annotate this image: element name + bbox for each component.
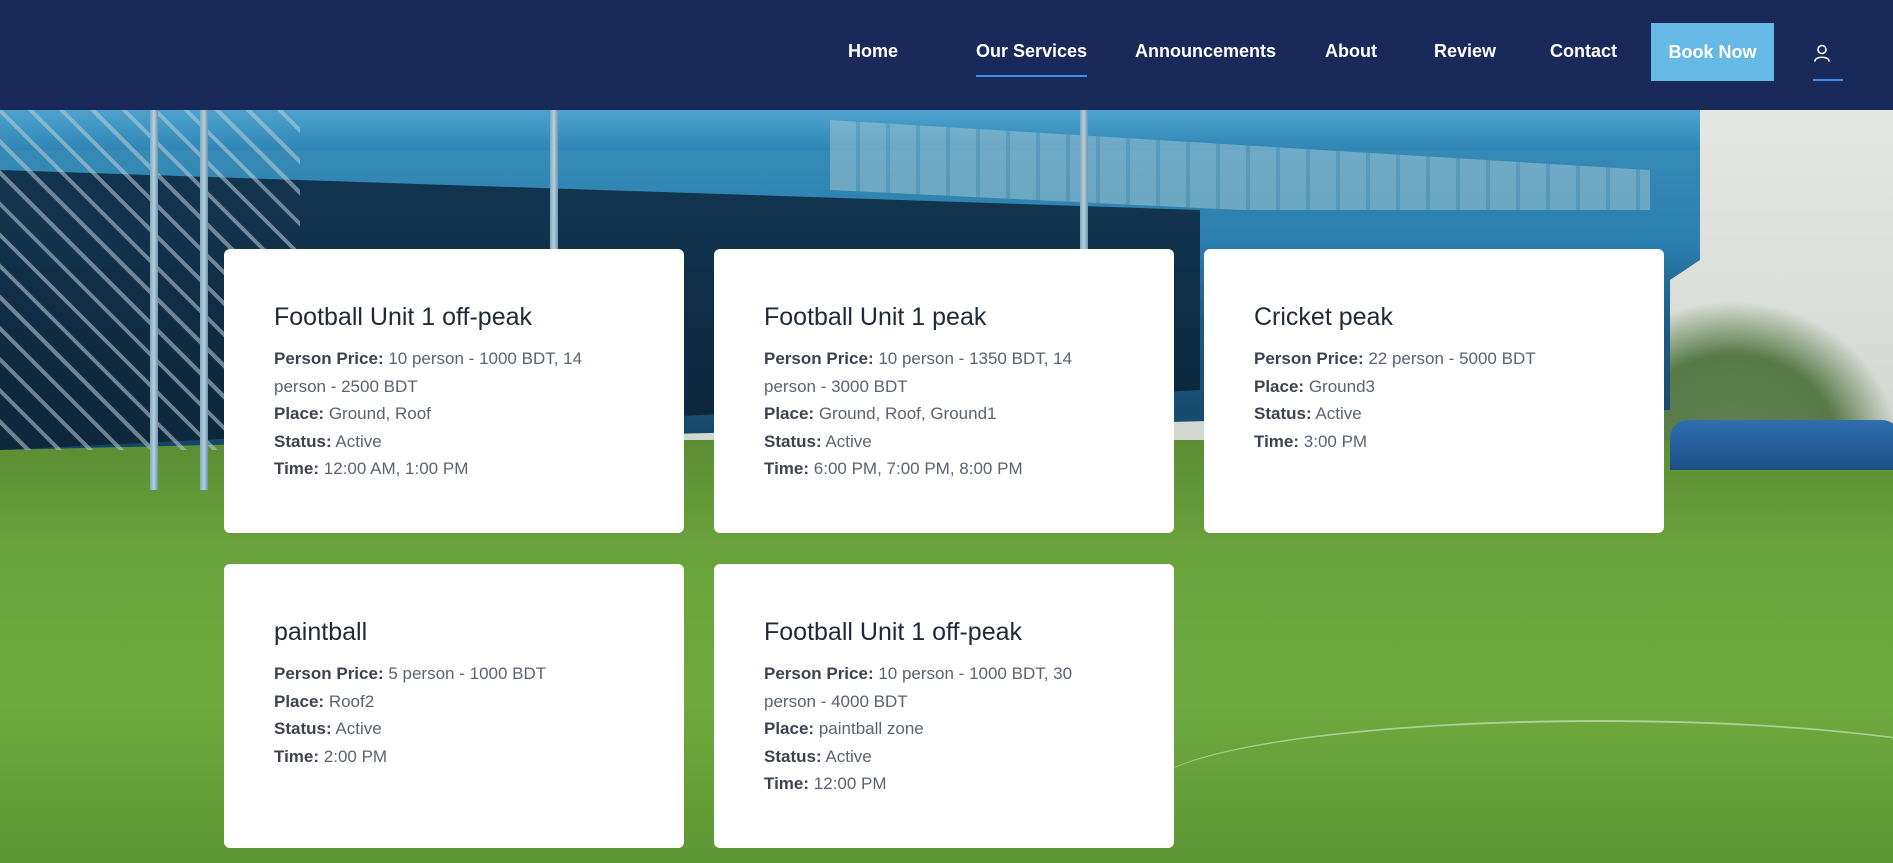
service-price: Person Price: 22 person - 5000 BDT (1254, 349, 1536, 368)
blue-tarp (1670, 420, 1893, 470)
service-title: Football Unit 1 off-peak (274, 303, 533, 331)
service-status: Status: Active (274, 431, 382, 451)
service-card[interactable]: Football Unit 1 off-peak Person Price: 1… (224, 249, 684, 533)
service-time: Time: 3:00 PM (1254, 431, 1368, 451)
service-card[interactable]: Football Unit 1 peak Person Price: 10 pe… (714, 249, 1174, 533)
service-place: Place: Roof2 (274, 691, 375, 711)
user-icon[interactable] (1812, 43, 1832, 63)
service-title: Football Unit 1 peak (764, 303, 987, 331)
nav-our-services[interactable]: Our Services (976, 41, 1088, 77)
service-time: Time: 2:00 PM (274, 746, 388, 766)
service-card[interactable]: paintball Person Price: 5 person - 1000 … (224, 564, 684, 848)
service-card[interactable]: Football Unit 1 off-peak Person Price: 1… (714, 564, 1174, 848)
service-card[interactable]: Cricket peak Person Price: 22 person - 5… (1204, 249, 1664, 533)
service-title: paintball (274, 618, 368, 646)
service-status: Status: Active (764, 431, 872, 451)
service-time: Time: 12:00 PM (764, 774, 887, 793)
support-pole (150, 110, 158, 490)
service-place: Place: Ground3 (1254, 376, 1375, 396)
service-status: Status: Active (1254, 404, 1362, 423)
service-price: Person Price: 10 person - 1350 BDT, 14 p… (764, 349, 1073, 396)
service-status: Status: Active (274, 719, 382, 738)
service-price: Person Price: 10 person - 1000 BDT, 30 p… (764, 664, 1073, 711)
top-navbar: Home Our Services Announcements About Re… (0, 0, 1893, 110)
service-title: Football Unit 1 off-peak (764, 618, 1023, 646)
service-time: Time: 6:00 PM, 7:00 PM, 8:00 PM (764, 459, 1023, 478)
service-place: Place: paintball zone (764, 719, 924, 738)
service-place: Place: Ground, Roof, Ground1 (764, 404, 997, 423)
service-time: Time: 12:00 AM, 1:00 PM (274, 459, 469, 478)
nav-about[interactable]: About (1325, 41, 1377, 62)
service-status: Status: Active (764, 746, 872, 766)
nav-contact[interactable]: Contact (1550, 41, 1617, 62)
nav-announcements[interactable]: Announcements (1135, 41, 1276, 62)
service-place: Place: Ground, Roof (274, 404, 431, 423)
support-pole (200, 110, 208, 490)
nav-home[interactable]: Home (848, 41, 898, 62)
service-price: Person Price: 10 person - 1000 BDT, 14 p… (274, 349, 583, 396)
service-title: Cricket peak (1254, 303, 1393, 331)
user-active-underline (1813, 79, 1843, 81)
book-now-button[interactable]: Book Now (1651, 23, 1774, 81)
service-price: Person Price: 5 person - 1000 BDT (274, 664, 547, 683)
nav-review[interactable]: Review (1434, 41, 1496, 62)
